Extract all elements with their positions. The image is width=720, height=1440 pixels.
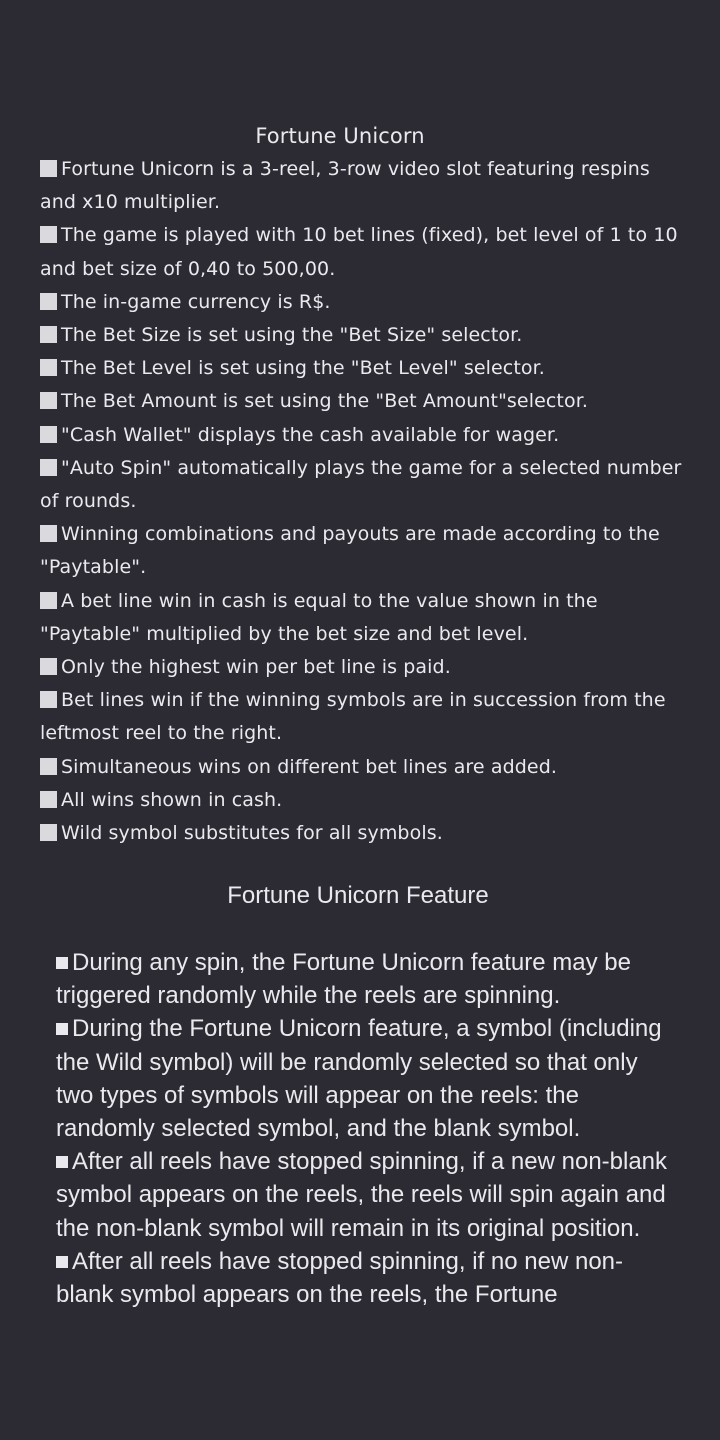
square-bullet-icon	[40, 326, 57, 344]
rule-item: A bet line win in cash is equal to the v…	[40, 589, 598, 645]
feature-item: During the Fortune Unicorn feature, a sy…	[56, 1015, 662, 1143]
square-bullet-icon	[40, 292, 57, 310]
rule-item: All wins shown in cash.	[40, 784, 690, 817]
square-bullet-icon	[40, 658, 57, 676]
square-bullet-icon	[40, 757, 57, 775]
square-bullet-icon	[40, 691, 57, 709]
rule-item: Wild symbol substitutes for all symbols.	[40, 817, 690, 850]
game-rules-section: Fortune Unicorn Fortune Unicorn is a 3-r…	[40, 120, 690, 850]
rule-item: "Auto Spin" automatically plays the game…	[40, 456, 682, 513]
square-bullet-icon	[40, 458, 57, 476]
square-bullet-icon	[40, 824, 57, 842]
rule-item: Bet lines win if the winning symbols are…	[40, 689, 666, 745]
rule-item: Only the highest win per bet line is pai…	[40, 651, 690, 684]
rule-item: The Bet Amount is set using the "Bet Amo…	[40, 385, 690, 418]
feature-item: During any spin, the Fortune Unicorn fea…	[56, 949, 631, 1010]
feature-list: During any spin, the Fortune Unicorn fea…	[56, 946, 676, 1311]
feature-title: Fortune Unicorn Feature	[227, 882, 489, 909]
rule-item: "Cash Wallet" displays the cash availabl…	[40, 419, 690, 452]
square-bullet-icon	[56, 1023, 68, 1036]
square-bullet-icon	[56, 1156, 68, 1169]
game-rules-title: Fortune Unicorn	[255, 124, 425, 148]
rule-item: The Bet Level is set using the "Bet Leve…	[40, 352, 690, 385]
square-bullet-icon	[40, 160, 57, 177]
square-bullet-icon	[56, 957, 68, 969]
rule-item: The game is played with 10 bet lines (fi…	[40, 224, 678, 280]
square-bullet-icon	[56, 1255, 68, 1268]
square-bullet-icon	[40, 392, 57, 410]
square-bullet-icon	[40, 591, 57, 609]
rule-item: Winning combinations and payouts are mad…	[40, 523, 660, 579]
rule-item: Simultaneous wins on different bet lines…	[40, 751, 690, 784]
square-bullet-icon	[40, 226, 57, 244]
rules-page: Fortune Unicorn Fortune Unicorn is a 3-r…	[0, 0, 720, 1440]
rule-item: The Bet Size is set using the "Bet Size"…	[40, 319, 690, 352]
square-bullet-icon	[40, 525, 57, 543]
feature-item: After all reels have stopped spinning, i…	[56, 1247, 624, 1309]
feature-item: After all reels have stopped spinning, i…	[56, 1148, 668, 1242]
rule-item: Fortune Unicorn is a 3-reel, 3-row video…	[40, 158, 650, 214]
square-bullet-icon	[40, 790, 57, 808]
rule-item: The in-game currency is R$.	[40, 286, 690, 319]
square-bullet-icon	[40, 425, 57, 443]
square-bullet-icon	[40, 359, 57, 377]
